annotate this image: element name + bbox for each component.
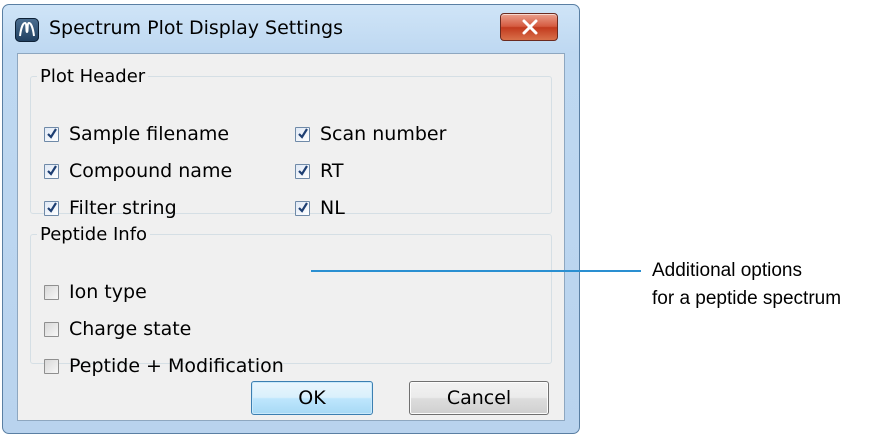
close-button[interactable] [500,13,558,41]
scan-number-checkbox[interactable]: Scan number [295,123,446,145]
checkbox-checked-icon [44,163,59,179]
close-icon [522,19,538,35]
checkbox-label: Compound name [69,160,233,182]
cancel-button[interactable]: Cancel [409,381,549,415]
peptide-info-group: Peptide Info Ion type Charge state Pepti… [30,224,552,377]
plot-header-group: Plot Header Sample filename Compound nam… [30,66,552,219]
callout-line-1: Additional options [652,260,802,281]
rt-checkbox[interactable]: RT [295,160,343,182]
charge-state-checkbox[interactable]: Charge state [44,318,191,340]
settings-dialog: Spectrum Plot Display Settings Plot Head… [2,4,580,434]
peptide-info-legend: Peptide Info [40,224,148,245]
filter-string-checkbox[interactable]: Filter string [44,197,177,219]
plot-header-legend: Plot Header [40,66,146,87]
checkbox-label: Scan number [320,123,447,145]
ok-button[interactable]: OK [251,381,373,415]
checkbox-checked-icon [295,200,310,216]
window-title: Spectrum Plot Display Settings [49,17,343,39]
compound-name-checkbox[interactable]: Compound name [44,160,232,182]
checkbox-label: Ion type [69,281,147,303]
nl-checkbox[interactable]: NL [295,197,345,219]
checkbox-label: Charge state [69,318,192,340]
checkbox-checked-icon [295,163,310,179]
ion-type-checkbox[interactable]: Ion type [44,281,147,303]
checkbox-checked-icon [295,126,310,142]
checkbox-unchecked-icon [44,284,59,300]
checkbox-label: Filter string [69,197,177,219]
checkbox-label: RT [320,160,344,182]
checkbox-unchecked-icon [44,321,59,337]
peptide-modification-checkbox[interactable]: Peptide + Modification [44,355,284,377]
checkbox-label: Sample filename [69,123,230,145]
checkbox-checked-icon [44,200,59,216]
sample-filename-checkbox[interactable]: Sample filename [44,123,229,145]
checkbox-label: Peptide + Modification [69,355,284,377]
callout-line-2: for a peptide spectrum [652,288,842,309]
checkbox-checked-icon [44,126,59,142]
callout-annotation: Additional options for a peptide spectru… [652,257,841,313]
dialog-body: Plot Header Sample filename Compound nam… [17,53,565,421]
callout-line [311,270,641,272]
checkbox-label: NL [320,197,345,219]
checkbox-unchecked-icon [44,358,59,374]
app-logo-icon [15,18,39,42]
